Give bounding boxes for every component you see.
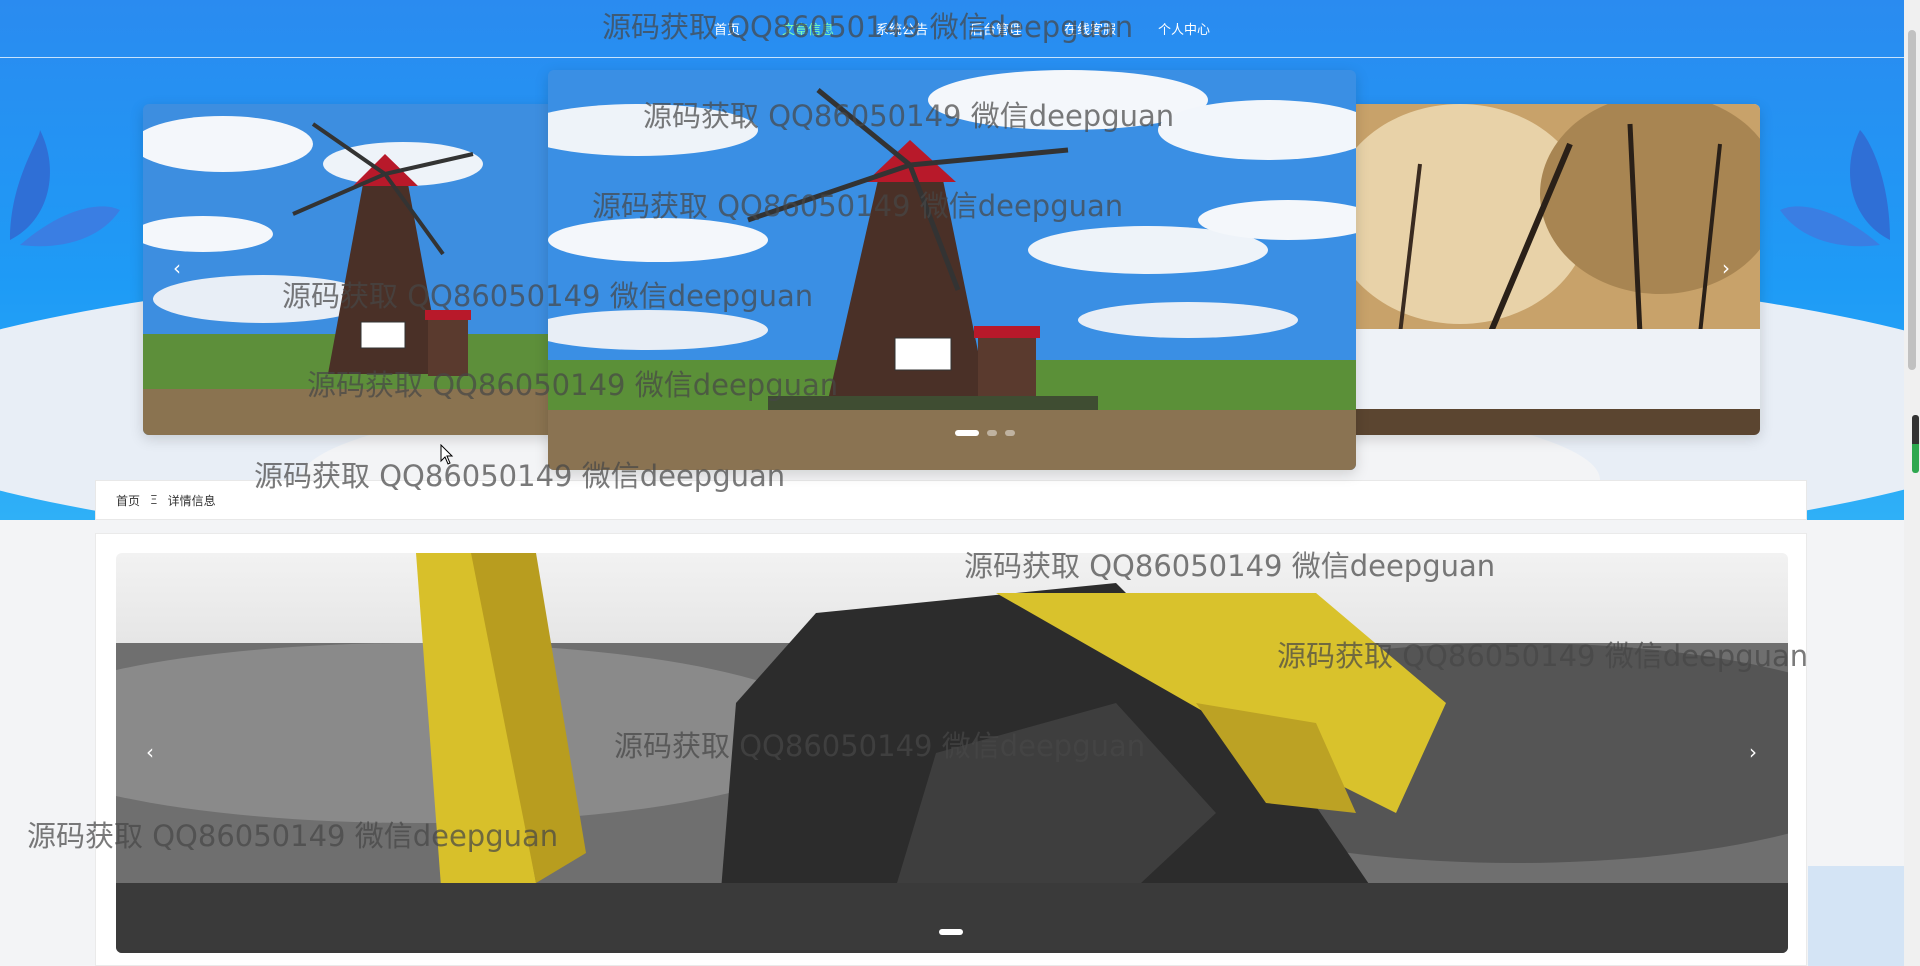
carousel-slide-active[interactable] (548, 70, 1356, 470)
carousel-slide-prev[interactable] (143, 104, 558, 435)
detail-dot-1[interactable] (939, 929, 963, 935)
snowy-forest-image (1340, 104, 1760, 435)
excavator-image (116, 553, 1788, 953)
carousel-dot-1[interactable] (955, 430, 979, 436)
nav-profile[interactable]: 个人中心 (1156, 15, 1212, 42)
carousel-dots (955, 430, 1015, 436)
nav-articles[interactable]: 文章信息 (780, 15, 836, 42)
nav-announcements[interactable]: 系统公告 (874, 15, 930, 42)
detail-dots (939, 929, 963, 935)
breadcrumb-home[interactable]: 首页 (116, 492, 140, 509)
detail-image-carousel[interactable] (116, 553, 1788, 953)
breadcrumb-current: 详情信息 (167, 493, 216, 508)
windmill-image (143, 104, 558, 435)
page-background-block (1808, 866, 1904, 966)
detail-prev-arrow[interactable]: ‹ (136, 738, 164, 766)
breadcrumb: 首页 Ξ 详情信息 (95, 480, 1807, 520)
scrollbar-thumb[interactable] (1908, 30, 1916, 370)
breadcrumb-separator-icon: Ξ (150, 493, 158, 507)
carousel-dot-2[interactable] (987, 430, 997, 436)
nav-admin[interactable]: 后台管理 (968, 15, 1024, 42)
carousel-dot-3[interactable] (1005, 430, 1015, 436)
leaf-decoration-right-icon (1780, 130, 1890, 247)
page-scrollbar[interactable] (1904, 0, 1920, 966)
side-indicator (1912, 415, 1919, 473)
nav-online-service[interactable]: 在线客服 (1062, 15, 1118, 42)
nav-home[interactable]: 首页 (712, 15, 742, 42)
carousel-slide-next[interactable] (1340, 104, 1760, 435)
leaf-decoration-left-icon (10, 130, 120, 247)
top-navigation: 首页 文章信息 系统公告 后台管理 在线客服 个人中心 (0, 0, 1904, 58)
carousel-next-arrow[interactable]: › (1712, 254, 1740, 282)
carousel-prev-arrow[interactable]: ‹ (163, 254, 191, 282)
detail-next-arrow[interactable]: › (1739, 738, 1767, 766)
mouse-cursor-icon (440, 444, 454, 465)
windmill-image (548, 70, 1356, 470)
